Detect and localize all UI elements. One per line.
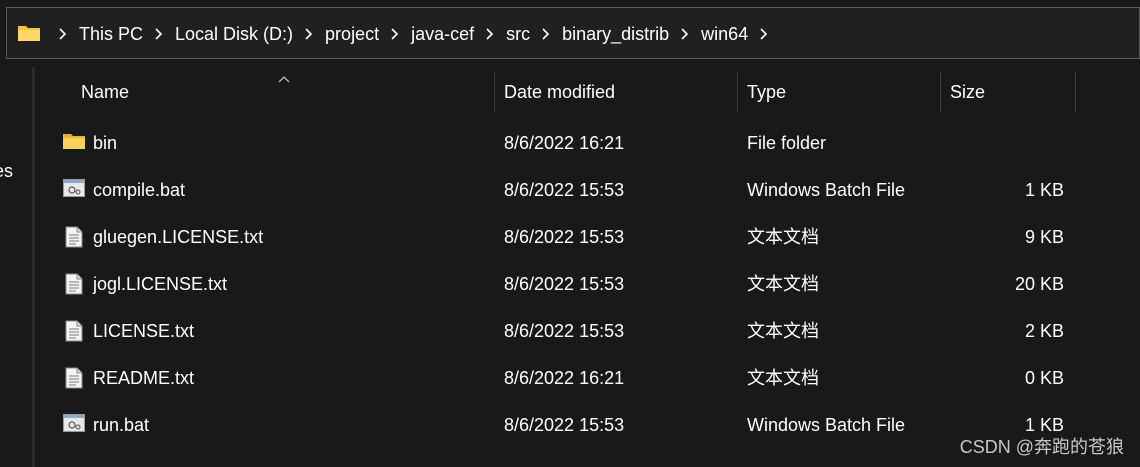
file-name: bin [93,133,118,153]
chevron-right-icon[interactable] [539,27,553,41]
file-size: 1 KB [1024,180,1064,200]
breadcrumb-item-local-disk[interactable]: Local Disk (D:) [175,24,293,45]
list-item[interactable]: LICENSE.txt 8/6/2022 15:53 文本文档 2 KB [35,308,1140,355]
top-bar: This PC Local Disk (D:) project java-cef… [0,0,1140,67]
chevron-right-icon[interactable] [388,27,402,41]
file-size: 20 KB [1014,274,1064,294]
file-size [935,120,1064,167]
breadcrumb-item-this-pc[interactable]: This PC [79,24,143,45]
breadcrumb-item-src[interactable]: src [506,24,530,45]
file-date: 8/6/2022 15:53 [504,227,625,247]
chevron-right-icon[interactable] [152,27,166,41]
column-header-size[interactable]: Size [941,67,1075,117]
file-type: Windows Batch File [747,415,906,435]
folder-icon [17,24,41,42]
list-item[interactable]: jogl.LICENSE.txt 8/6/2022 15:53 文本文档 20 … [35,261,1140,308]
column-header-row: Name Date modified Type Size [35,67,1140,117]
file-type: Windows Batch File [747,180,906,200]
batch-file-icon [63,179,85,201]
breadcrumb-item-win64[interactable]: win64 [701,24,748,45]
text-file-icon [63,273,85,295]
file-size: 2 KB [1024,321,1064,341]
text-file-icon [63,367,85,389]
list-item[interactable]: gluegen.LICENSE.txt 8/6/2022 15:53 文本文档 … [35,214,1140,261]
list-item[interactable]: README.txt 8/6/2022 16:21 文本文档 0 KB [35,355,1140,402]
batch-file-icon [63,414,85,436]
file-date: 8/6/2022 16:21 [504,368,625,388]
nav-item-label[interactable]: iles [0,161,13,182]
list-item[interactable]: bin 8/6/2022 16:21 File folder [35,120,1140,167]
breadcrumb: This PC Local Disk (D:) project java-cef… [47,8,780,60]
file-name: README.txt [93,368,195,388]
file-date: 8/6/2022 15:53 [504,415,625,435]
chevron-right-icon[interactable] [757,27,771,41]
file-type: 文本文档 [747,274,819,294]
breadcrumb-item-binary-distrib[interactable]: binary_distrib [562,24,669,45]
file-list: Name Date modified Type Size bin 8/6/202… [35,67,1140,467]
file-date: 8/6/2022 15:53 [504,321,625,341]
file-name: run.bat [93,415,150,435]
file-name: gluegen.LICENSE.txt [93,227,264,247]
file-type: File folder [747,133,827,153]
file-name: jogl.LICENSE.txt [93,274,228,294]
column-header-type[interactable]: Type [738,67,940,117]
column-header-date[interactable]: Date modified [495,67,737,117]
watermark: CSDN @奔跑的苍狼 [959,437,1124,457]
chevron-right-icon[interactable] [56,27,70,41]
file-name: compile.bat [93,180,186,200]
file-type: 文本文档 [747,368,819,388]
column-header-name[interactable]: Name [72,67,494,117]
breadcrumb-item-java-cef[interactable]: java-cef [411,24,474,45]
column-divider[interactable] [1075,71,1076,113]
file-date: 8/6/2022 15:53 [504,274,625,294]
folder-icon [63,132,85,154]
file-size: 9 KB [1024,227,1064,247]
list-item[interactable]: compile.bat 8/6/2022 15:53 Windows Batch… [35,167,1140,214]
chevron-right-icon[interactable] [678,27,692,41]
file-size: 0 KB [1024,368,1064,388]
text-file-icon [63,320,85,342]
file-date: 8/6/2022 16:21 [504,133,625,153]
text-file-icon [63,226,85,248]
file-name: LICENSE.txt [93,321,195,341]
breadcrumb-item-project[interactable]: project [325,24,379,45]
chevron-right-icon[interactable] [483,27,497,41]
address-bar[interactable]: This PC Local Disk (D:) project java-cef… [6,7,1140,59]
navigation-pane: iles [0,67,32,467]
file-date: 8/6/2022 15:53 [504,180,625,200]
file-type: 文本文档 [747,227,819,247]
chevron-right-icon[interactable] [302,27,316,41]
file-type: 文本文档 [747,321,819,341]
